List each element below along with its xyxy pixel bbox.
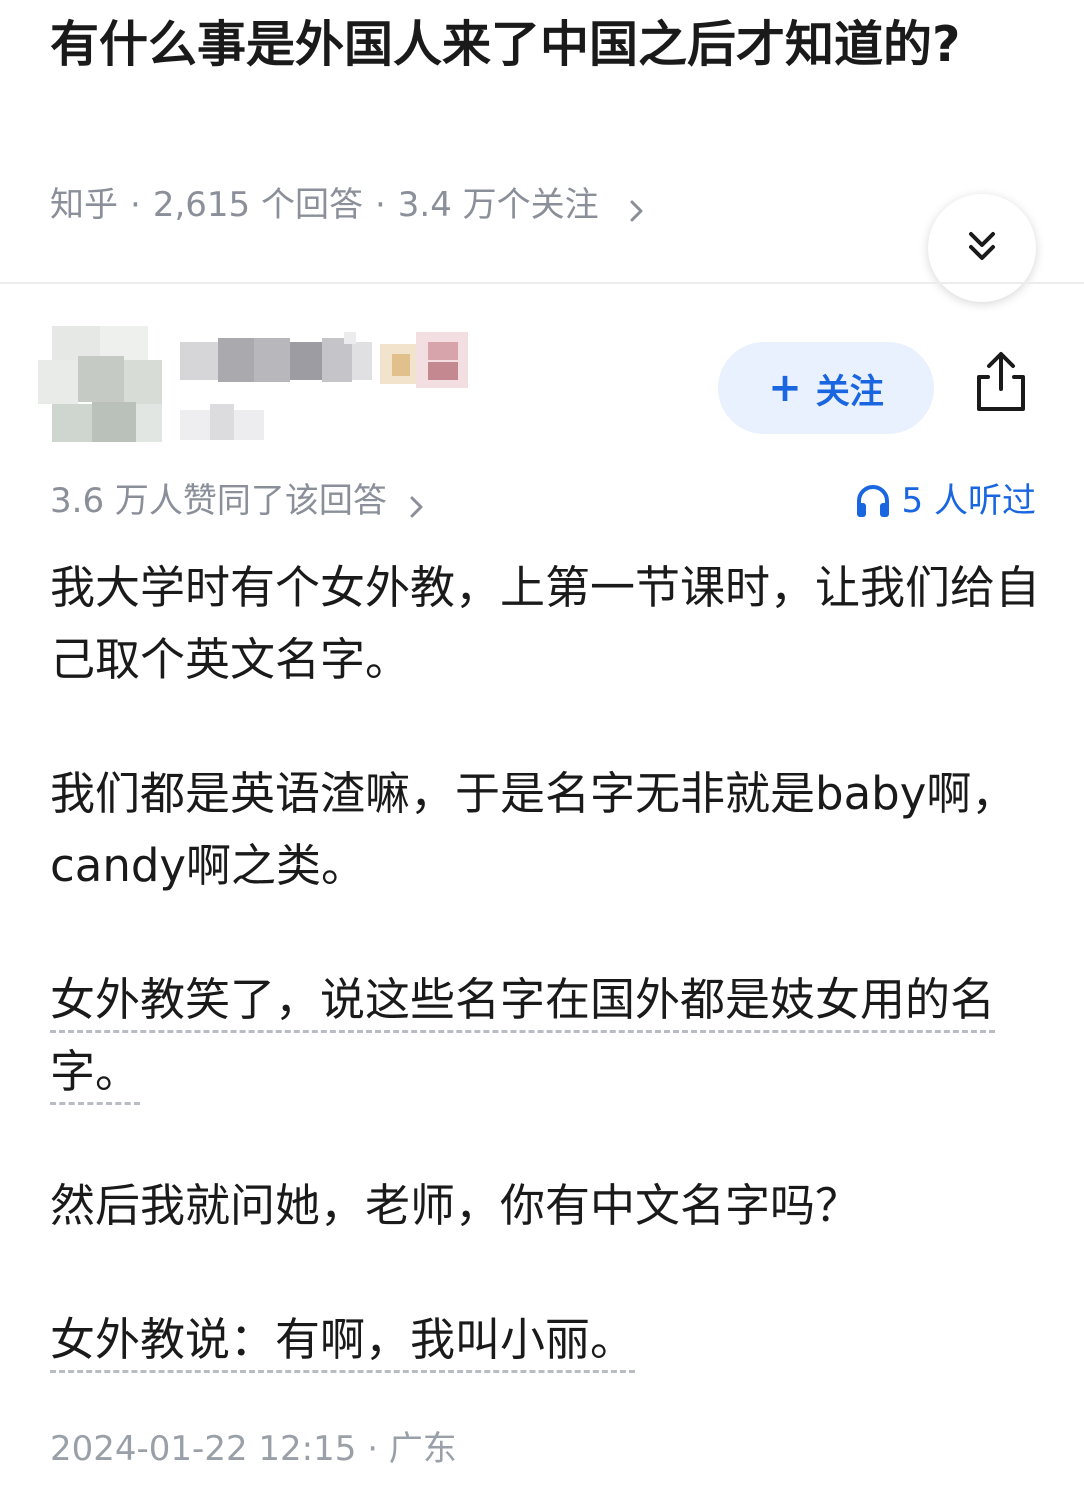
author-row: + 关注 [0, 290, 1084, 460]
follow-label: 关注 [815, 371, 884, 412]
meta-separator: · [374, 185, 386, 225]
share-button[interactable] [966, 346, 1036, 422]
highlighted-sentence[interactable]: 女外教说：有啊，我叫小丽。 [50, 1313, 636, 1373]
meta-separator: · [130, 185, 141, 225]
follow-button[interactable]: + 关注 [718, 342, 934, 434]
collapse-button[interactable] [928, 194, 1036, 302]
vote-count: 3.6 万人赞同了该回答 [50, 481, 387, 521]
answer-content: 我大学时有个女外教，上第一节课时，让我们给自己取个英文名字。 我们都是英语渣嘛，… [50, 552, 1040, 1438]
chevron-right-icon [403, 486, 429, 518]
answer-paragraph: 我们都是英语渣嘛，于是名字无非就是baby啊，candy啊之类。 [50, 767, 1017, 892]
avatar[interactable] [38, 326, 162, 442]
followers-count: 3.4 万个关注 [397, 185, 599, 225]
source-label: 知乎 [50, 185, 118, 225]
author-headline [180, 400, 280, 440]
question-meta[interactable]: 知乎 · 2,615 个回答 · 3.4 万个关注 [50, 180, 651, 230]
listened-count: 5 人听过 [901, 481, 1036, 521]
chevron-right-icon [621, 190, 651, 222]
answers-count: 2,615 个回答 [152, 185, 363, 225]
author-name[interactable] [180, 332, 470, 388]
listen-button[interactable]: 5 人听过 [854, 476, 1036, 526]
headphone-icon [854, 482, 892, 520]
share-icon [971, 349, 1031, 419]
double-chevron-down-icon [962, 226, 1002, 270]
answer-paragraph: 然后我就问她，老师，你有中文名字吗？ [50, 1179, 861, 1232]
answer-paragraph: 我大学时有个女外教，上第一节课时，让我们给自己取个英文名字。 [50, 561, 1041, 686]
votes-line[interactable]: 3.6 万人赞同了该回答 [50, 476, 429, 526]
plus-icon: + [768, 365, 802, 411]
highlighted-sentence[interactable]: 女外教笑了，说这些名字在国外都是妓女用的名字。 [50, 973, 996, 1105]
answer-paragraph: 女外教笑了，说这些名字在国外都是妓女用的名字。 [50, 964, 1040, 1108]
question-title[interactable]: 有什么事是外国人来了中国之后才知道的? [50, 8, 1040, 82]
answer-timestamp: 2024-01-22 12:15 · 广东 [50, 1429, 457, 1469]
header-divider [0, 282, 1084, 284]
answer-paragraph: 女外教说：有啊，我叫小丽。 [50, 1304, 1040, 1376]
